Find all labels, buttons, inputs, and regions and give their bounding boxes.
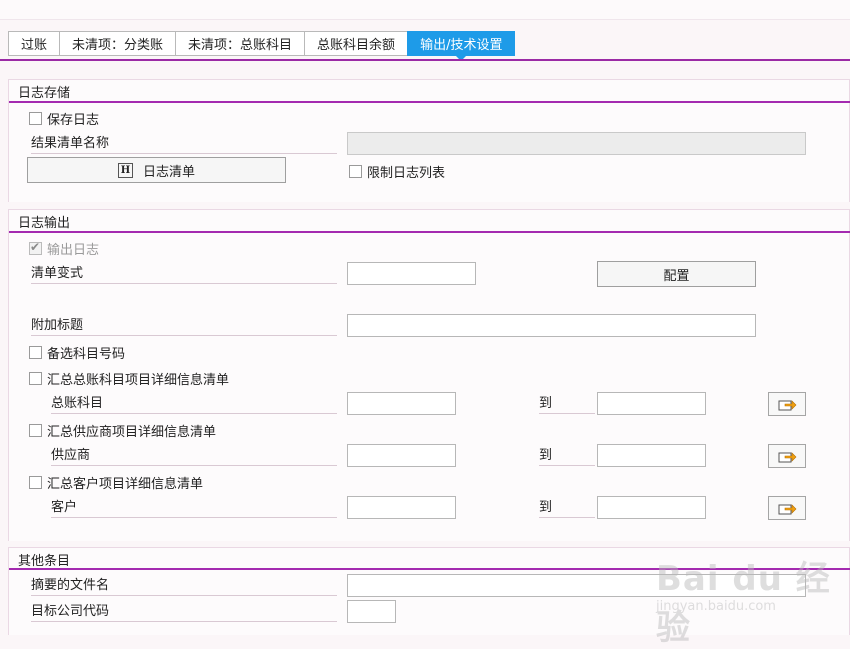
target-company-code-input[interactable] xyxy=(347,600,396,623)
additional-title-input[interactable] xyxy=(347,314,756,337)
other-items-title: 其他条目 xyxy=(18,554,71,569)
log-storage-title: 日志存储 xyxy=(18,86,71,101)
output-log-checkbox[interactable] xyxy=(29,240,42,255)
summary-vendor-label: 汇总供应商项目详细信息清单 xyxy=(47,425,217,440)
restrict-log-list-checkbox[interactable] xyxy=(349,165,362,178)
target-company-code-label: 目标公司代码 xyxy=(31,603,337,622)
result-list-name-label: 结果清单名称 xyxy=(31,135,337,154)
summary-gl-checkbox[interactable] xyxy=(29,372,42,385)
restrict-log-list-checkbox-row[interactable]: 限制日志列表 xyxy=(349,162,445,181)
summary-customer-label: 汇总客户项目详细信息清单 xyxy=(47,477,204,492)
output-log-label: 输出日志 xyxy=(47,243,100,258)
summary-vendor-checkbox[interactable] xyxy=(29,424,42,437)
vendor-label: 供应商 xyxy=(51,447,337,466)
summary-customer-checkbox-row[interactable]: 汇总客户项目详细信息清单 xyxy=(29,473,203,492)
customer-to-label: 到 xyxy=(539,499,595,518)
additional-title-label: 附加标题 xyxy=(31,317,337,336)
tab-posting[interactable]: 过账 xyxy=(8,31,60,56)
summary-vendor-checkbox-row[interactable]: 汇总供应商项目详细信息清单 xyxy=(29,421,216,440)
multiple-selection-icon xyxy=(778,400,797,411)
alt-account-checkbox-row[interactable]: 备选科目号码 xyxy=(29,343,125,362)
vendor-multiple-selection-button[interactable] xyxy=(768,444,806,468)
summary-gl-checkbox-row[interactable]: 汇总总账科目项目详细信息清单 xyxy=(29,369,229,388)
save-log-checkbox-row[interactable]: 保存日志 xyxy=(29,109,99,128)
customer-from-input[interactable] xyxy=(347,496,456,519)
result-list-name-input[interactable] xyxy=(347,132,806,155)
vendor-to-label: 到 xyxy=(539,447,595,466)
watermark-url: jingyan.baidu.com xyxy=(656,599,776,614)
customer-to-input[interactable] xyxy=(597,496,706,519)
gl-account-multiple-selection-button[interactable] xyxy=(768,392,806,416)
configure-button[interactable]: 配置 xyxy=(597,261,756,287)
top-band xyxy=(0,0,850,20)
vendor-from-input[interactable] xyxy=(347,444,456,467)
baidu-watermark: Bai du 经验 jingyan.baidu.com xyxy=(650,545,850,648)
multiple-selection-icon xyxy=(778,452,797,463)
vendor-to-input[interactable] xyxy=(597,444,706,467)
tab-gl-balance[interactable]: 总账科目余额 xyxy=(304,31,408,56)
log-list-button[interactable]: H 日志清单 xyxy=(27,157,286,183)
output-log-checkbox-row[interactable]: 输出日志 xyxy=(29,239,99,258)
gl-account-label: 总账科目 xyxy=(51,395,337,414)
list-variant-label: 清单变式 xyxy=(31,265,337,284)
log-output-title: 日志输出 xyxy=(18,216,71,231)
tab-open-items-gl[interactable]: 未清项：总账科目 xyxy=(175,31,305,56)
alt-account-checkbox[interactable] xyxy=(29,346,42,359)
gl-account-to-label: 到 xyxy=(539,395,595,414)
tab-open-items-ledger[interactable]: 未清项：分类账 xyxy=(59,31,176,56)
multiple-selection-icon xyxy=(778,504,797,515)
alt-account-label: 备选科目号码 xyxy=(47,347,126,362)
tab-strip: 过账 未清项：分类账 未清项：总账科目 总账科目余额 输出/技术设置 xyxy=(8,31,516,61)
tab-underline xyxy=(0,59,850,61)
log-list-icon: H xyxy=(117,162,133,178)
customer-label: 客户 xyxy=(51,499,337,518)
summary-customer-checkbox[interactable] xyxy=(29,476,42,489)
gl-account-from-input[interactable] xyxy=(347,392,456,415)
log-output-rule xyxy=(9,231,850,233)
save-log-label: 保存日志 xyxy=(47,113,100,128)
customer-multiple-selection-button[interactable] xyxy=(768,496,806,520)
summary-file-name-label: 摘要的文件名 xyxy=(31,577,337,596)
log-list-button-label: 日志清单 xyxy=(142,164,195,180)
list-variant-input[interactable] xyxy=(347,262,476,285)
save-log-checkbox[interactable] xyxy=(29,112,42,125)
log-storage-rule xyxy=(9,101,850,103)
summary-gl-label: 汇总总账科目项目详细信息清单 xyxy=(47,373,230,388)
tab-output-technical-settings[interactable]: 输出/技术设置 xyxy=(407,31,516,61)
restrict-log-list-label: 限制日志列表 xyxy=(367,166,446,181)
gl-account-to-input[interactable] xyxy=(597,392,706,415)
